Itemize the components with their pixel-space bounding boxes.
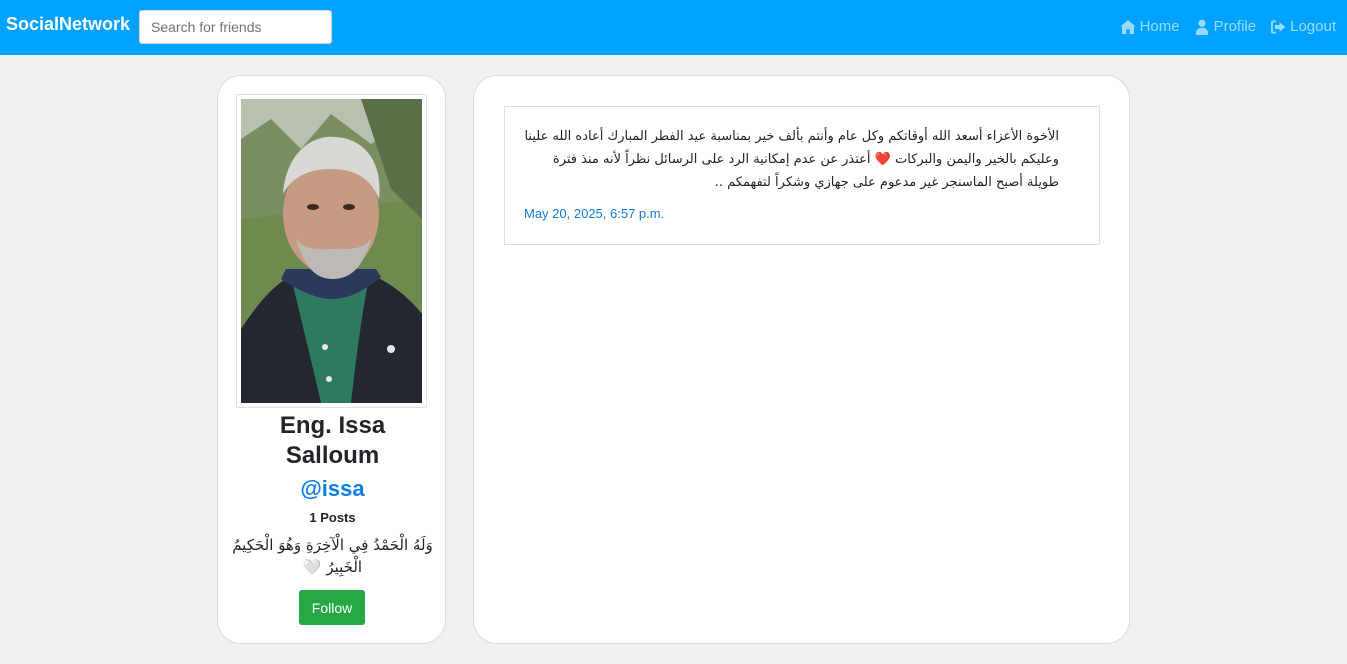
logout-icon — [1271, 20, 1286, 33]
post-date[interactable]: May 20, 2025, 6:57 p.m. — [524, 206, 664, 221]
profile-card: Eng. Issa Salloum @issa 1 Posts وَلَهُ ا… — [217, 75, 446, 644]
top-navbar: SocialNetwork Home Profile Logout — [0, 0, 1347, 55]
search-input[interactable] — [139, 10, 332, 44]
feed-card: الأخوة الأعزاء أسعد الله أوقاتكم وكل عام… — [473, 75, 1130, 644]
follow-button[interactable]: Follow — [299, 590, 365, 625]
post-item: الأخوة الأعزاء أسعد الله أوقاتكم وكل عام… — [504, 106, 1100, 245]
profile-bio: وَلَهُ الْحَمْدُ فِي الْآخِرَةِ وَهُوَ ا… — [232, 536, 433, 576]
nav-links: Home Profile Logout — [1120, 18, 1336, 35]
nav-home-label: Home — [1139, 18, 1180, 35]
home-icon — [1120, 19, 1136, 34]
avatar — [236, 94, 427, 408]
profile-name: Eng. Issa Salloum — [279, 412, 386, 469]
posts-count: 1 Posts — [309, 510, 356, 525]
nav-home-link[interactable]: Home — [1120, 18, 1180, 35]
nav-logout-label: Logout — [1290, 18, 1336, 35]
user-icon — [1195, 19, 1208, 35]
brand-logo[interactable]: SocialNetwork — [6, 14, 130, 35]
profile-photo — [241, 99, 422, 403]
profile-handle: @issa — [300, 476, 365, 501]
nav-profile-link[interactable]: Profile — [1194, 18, 1257, 35]
nav-logout-link[interactable]: Logout — [1270, 18, 1336, 35]
nav-profile-label: Profile — [1213, 18, 1257, 35]
post-text: الأخوة الأعزاء أسعد الله أوقاتكم وكل عام… — [524, 129, 1059, 190]
